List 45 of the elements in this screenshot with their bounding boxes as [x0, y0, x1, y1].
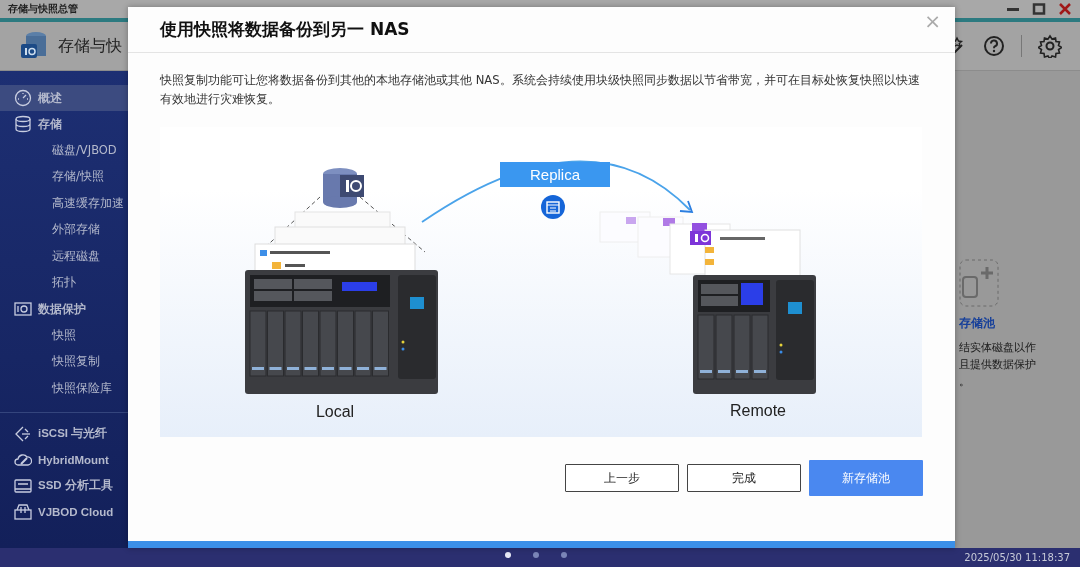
diamond-arrow-icon: [14, 424, 32, 443]
page-dot[interactable]: [533, 552, 539, 558]
sidebar-item[interactable]: 存储: [0, 111, 128, 137]
replica-label: Replica: [500, 162, 610, 187]
dialog-description: 快照复制功能可让您将数据备份到其他的本地存储池或其他 NAS。系统会持续使用块级快照同步数据以节省带宽，并可在目标处恢复快照以快速有效地进行灾难恢复。: [160, 72, 921, 108]
database-io-icon: [323, 168, 364, 208]
page-dot[interactable]: [505, 552, 511, 558]
dialog-button[interactable]: 完成: [687, 464, 801, 492]
camera-icon: [14, 300, 32, 318]
app-title: 存储与快: [58, 35, 122, 57]
sidebar-item[interactable]: 快照复制: [0, 348, 128, 375]
sidebar-item[interactable]: 数据保护: [0, 296, 128, 322]
storage-logo-icon: [20, 31, 48, 61]
page-dot[interactable]: [561, 552, 567, 558]
remote-label: Remote: [730, 402, 786, 419]
local-label: Local: [315, 403, 355, 420]
sidebar-item[interactable]: 快照: [0, 322, 128, 349]
pool-description: 结实体磁盘以作: [959, 340, 1036, 355]
sidebar-item[interactable]: 概述: [0, 85, 128, 111]
sidebar-item[interactable]: 存储/快照: [0, 163, 128, 190]
sidebar-item[interactable]: SSD 分析工具: [0, 472, 128, 499]
ssd-icon: [14, 476, 32, 495]
close-icon[interactable]: [1058, 3, 1072, 15]
sidebar-item[interactable]: 拓扑: [0, 269, 128, 296]
dialog-button[interactable]: 上一步: [565, 464, 679, 492]
sidebar-item[interactable]: HybridMount: [0, 446, 128, 473]
sidebar-item[interactable]: 快照保险库: [0, 375, 128, 402]
sidebar-item[interactable]: VJBOD Cloud: [0, 498, 128, 525]
settings-icon[interactable]: [1038, 34, 1062, 58]
help-icon[interactable]: [983, 35, 1005, 57]
window-title: 存储与快照总管: [8, 2, 78, 16]
pool-description: 。: [959, 374, 970, 389]
drive-icon: [14, 502, 32, 521]
timestamp: 2025/05/30 11:18:37: [964, 552, 1070, 563]
calendar-icon: [541, 195, 565, 219]
database-icon: [14, 115, 32, 133]
sidebar-item[interactable]: 磁盘/VJBOD: [0, 137, 128, 164]
dialog-title: 使用快照将数据备份到另一 NAS: [160, 18, 410, 41]
maximize-icon[interactable]: [1032, 3, 1046, 15]
sidebar-item[interactable]: 外部存储: [0, 216, 128, 243]
sidebar-item[interactable]: 高速缓存加速: [0, 190, 128, 217]
sidebar-item[interactable]: 远程磁盘: [0, 243, 128, 270]
pool-description: 且提供数据保护: [959, 357, 1036, 372]
sidebar-item[interactable]: iSCSI 与光纤: [0, 420, 128, 447]
gauge-icon: [14, 89, 32, 107]
